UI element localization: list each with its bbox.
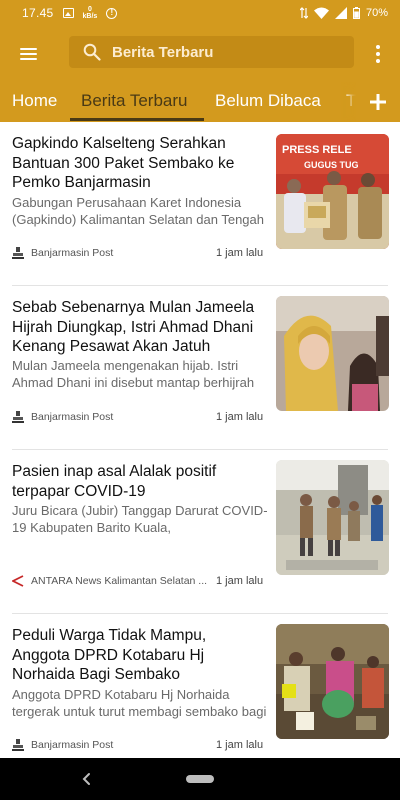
svg-text:GUGUS TUG: GUGUS TUG (304, 160, 359, 170)
add-tab-button[interactable] (356, 82, 400, 122)
tab-partial[interactable]: T (346, 82, 356, 122)
tab-bar: Home Berita Terbaru Belum Dibaca T (0, 82, 400, 122)
article-title[interactable]: Sebab Sebenarnya Mulan Jameela Hijrah Di… (12, 298, 262, 357)
tab-belum-dibaca[interactable]: Belum Dibaca (215, 82, 321, 122)
source-logo-icon (12, 411, 24, 423)
source-name: ANTARA News Kalimantan Selatan ... (31, 575, 208, 587)
net-speed-value: 0 (87, 6, 92, 13)
source-logo-icon (12, 739, 24, 751)
network-speed-icon: 0 kB/s (83, 6, 98, 20)
article-thumbnail[interactable] (276, 460, 389, 575)
system-nav-bar (0, 758, 400, 800)
article-title[interactable]: Pasien inap asal Alalak positif terpapar… (12, 462, 262, 501)
home-pill-icon[interactable] (186, 775, 214, 783)
tab-berita-terbaru[interactable]: Berita Terbaru (81, 82, 187, 122)
article-time: 1 jam lalu (216, 411, 264, 423)
article-description: Gabungan Perusahaan Karet Indonesia (Gap… (12, 195, 264, 227)
add-icon (370, 94, 386, 110)
tab-home[interactable]: Home (12, 82, 57, 122)
source-name: Banjarmasin Post (31, 411, 114, 423)
net-speed-unit: kB/s (82, 13, 98, 20)
back-icon[interactable] (80, 771, 94, 787)
article-source: Banjarmasin Post (12, 247, 212, 259)
search-input[interactable]: Berita Terbaru (69, 36, 354, 68)
article-time: 1 jam lalu (216, 739, 264, 751)
status-bar: 17.45 0 kB/s ! 70% (0, 0, 400, 26)
svg-text:PRESS RELE: PRESS RELE (282, 144, 352, 156)
search-placeholder: Berita Terbaru (112, 43, 214, 61)
signal-icon (334, 7, 347, 19)
article-card[interactable]: Sebab Sebenarnya Mulan Jameela Hijrah Di… (0, 286, 400, 449)
app-bar: Berita Terbaru (0, 26, 400, 82)
status-time: 17.45 (22, 6, 54, 20)
article-thumbnail[interactable] (276, 296, 389, 411)
news-feed: Gapkindo Kalselteng Serahkan Bantuan 300… (0, 122, 400, 758)
wifi-icon (313, 7, 329, 19)
status-left: 17.45 0 kB/s ! (22, 6, 118, 20)
article-time: 1 jam lalu (216, 575, 264, 587)
article-source: Banjarmasin Post (12, 411, 212, 423)
search-icon (83, 43, 101, 61)
data-arrows-icon (299, 7, 308, 19)
source-name: Banjarmasin Post (31, 739, 114, 751)
article-source: ANTARA News Kalimantan Selatan ... (12, 575, 212, 587)
alert-notification-icon: ! (106, 7, 118, 19)
active-tab-indicator (70, 118, 204, 121)
menu-icon[interactable] (0, 26, 56, 82)
article-thumbnail[interactable] (276, 624, 389, 739)
gallery-notification-icon (62, 8, 74, 18)
battery-icon (352, 7, 360, 19)
article-card[interactable]: Gapkindo Kalselteng Serahkan Bantuan 300… (0, 122, 400, 285)
article-time: 1 jam lalu (216, 247, 264, 259)
overflow-menu-icon[interactable] (368, 44, 388, 64)
article-card[interactable]: Peduli Warga Tidak Mampu, Anggota DPRD K… (0, 614, 400, 758)
source-logo-icon (12, 247, 24, 259)
article-title[interactable]: Gapkindo Kalselteng Serahkan Bantuan 300… (12, 134, 262, 193)
article-card[interactable]: Pasien inap asal Alalak positif terpapar… (0, 450, 400, 613)
article-description: Juru Bicara (Jubir) Tanggap Darurat COVI… (12, 503, 268, 535)
article-source: Banjarmasin Post (12, 739, 212, 751)
battery-percent: 70% (365, 7, 388, 19)
article-title[interactable]: Peduli Warga Tidak Mampu, Anggota DPRD K… (12, 626, 262, 685)
article-thumbnail[interactable]: PRESS RELE GUGUS TUG (276, 134, 389, 249)
status-right: 70% (299, 7, 388, 19)
antara-logo-icon (12, 575, 24, 587)
article-description: Anggota DPRD Kotabaru Hj Norhaida terger… (12, 687, 267, 719)
source-name: Banjarmasin Post (31, 247, 114, 259)
article-description: Mulan Jameela mengenakan hijab. Istri Ah… (12, 358, 255, 390)
